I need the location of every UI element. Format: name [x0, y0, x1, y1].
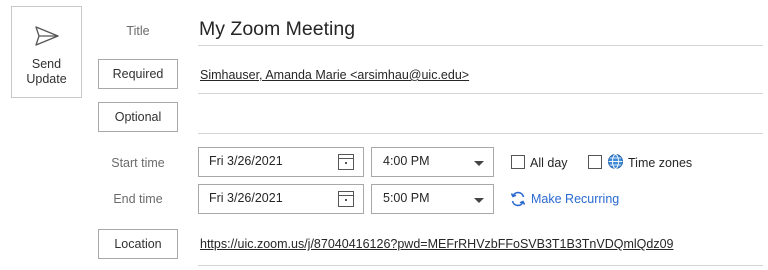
send-update-label-line2: Update — [26, 72, 67, 86]
chevron-down-icon[interactable] — [474, 198, 484, 203]
end-time-value: 5:00 PM — [383, 191, 430, 205]
send-update-button[interactable]: Send Update — [11, 6, 82, 98]
send-update-label-line1: Send — [31, 57, 62, 71]
chevron-down-icon[interactable] — [474, 161, 484, 166]
all-day-label: All day — [530, 156, 568, 170]
location-link[interactable]: https://uic.zoom.us/j/87040416126?pwd=ME… — [200, 237, 674, 251]
send-update-label: Send Update — [12, 57, 81, 87]
optional-field[interactable] — [198, 100, 763, 134]
start-date-picker[interactable]: Fri 3/26/2021 — [198, 147, 364, 177]
calendar-icon[interactable] — [338, 154, 354, 170]
time-zones-checkbox[interactable] — [588, 155, 602, 169]
required-button[interactable]: Required — [98, 59, 178, 89]
start-time-value: 4:00 PM — [383, 154, 430, 168]
make-recurring-link[interactable]: Make Recurring — [531, 192, 619, 206]
optional-button[interactable]: Optional — [98, 102, 178, 132]
end-date-value: Fri 3/26/2021 — [209, 191, 283, 205]
time-zones-label: Time zones — [628, 156, 693, 170]
calendar-icon[interactable] — [338, 191, 354, 207]
title-input[interactable] — [198, 14, 763, 46]
start-date-value: Fri 3/26/2021 — [209, 154, 283, 168]
send-icon — [35, 26, 59, 46]
title-label: Title — [126, 24, 150, 38]
all-day-checkbox[interactable] — [511, 155, 525, 169]
end-time-label: End time — [113, 192, 163, 206]
end-date-picker[interactable]: Fri 3/26/2021 — [198, 184, 364, 214]
start-time-label: Start time — [111, 156, 165, 170]
location-button[interactable]: Location — [98, 229, 178, 259]
globe-icon — [608, 154, 623, 169]
required-attendee[interactable]: Simhauser, Amanda Marie <arsimhau@uic.ed… — [200, 68, 469, 82]
start-time-select[interactable]: 4:00 PM — [371, 147, 494, 177]
end-time-select[interactable]: 5:00 PM — [371, 184, 494, 214]
recurring-icon[interactable] — [510, 191, 526, 207]
